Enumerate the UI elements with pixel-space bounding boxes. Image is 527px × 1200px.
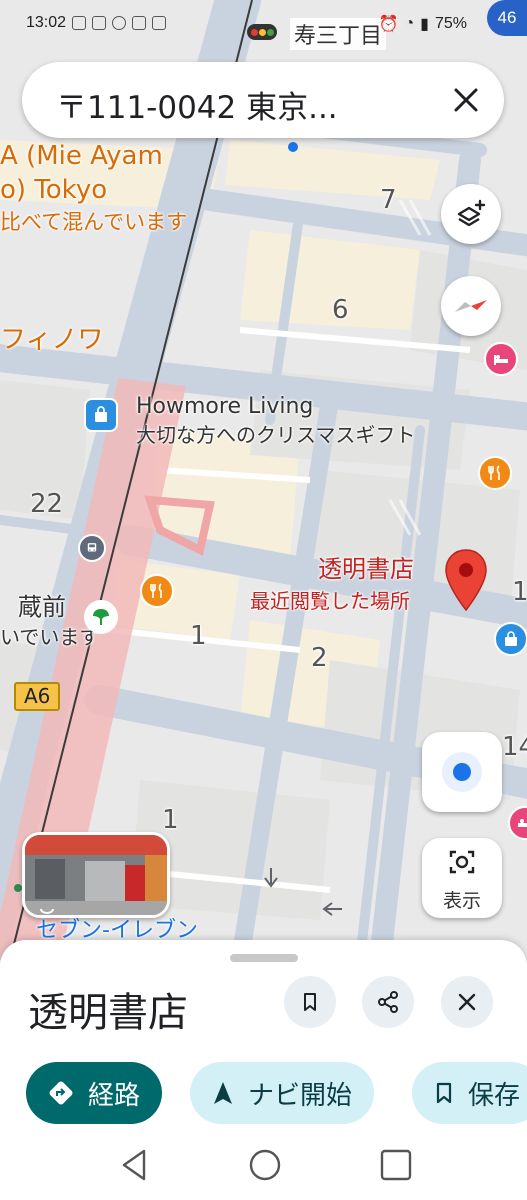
close-icon	[458, 993, 476, 1011]
directions-label: 経路	[88, 1080, 141, 1111]
poi-howmore-name[interactable]: Howmore Living	[136, 394, 313, 419]
hotel-icon[interactable]	[484, 342, 518, 376]
search-query[interactable]: 〒111-0042 東京...	[56, 82, 338, 127]
shopping-bag-icon[interactable]	[494, 622, 527, 656]
share-icon	[378, 991, 398, 1013]
restaurant-icon[interactable]	[140, 574, 174, 608]
system-navigation-bar	[0, 1135, 527, 1200]
bus-stop-icon[interactable]	[78, 534, 106, 562]
block-number: 14	[502, 732, 527, 762]
bookmark-icon	[304, 993, 316, 1011]
my-location-button[interactable]	[422, 732, 502, 812]
status-bar: 13:02 寿三丁目 ⏰ ◔ ▮ 75% 46	[0, 0, 527, 50]
wifi-icon: ◔	[404, 15, 415, 32]
lens-button[interactable]: 表示	[422, 838, 502, 918]
map-view[interactable]: 7 6 22 1 2 1 14 1 A (Mie Ayam o) Tokyo 比…	[0, 0, 527, 960]
drag-handle[interactable]	[230, 954, 298, 962]
poi-mie-ayam-label[interactable]: o) Tokyo	[0, 175, 107, 206]
bookmark-icon	[436, 1082, 452, 1104]
block-number: 2	[311, 643, 328, 673]
poi-mie-ayam-label[interactable]: A (Mie Ayam	[0, 141, 163, 172]
notification-icon	[72, 16, 86, 30]
directions-icon	[49, 1081, 73, 1105]
subway-icon[interactable]	[84, 600, 118, 634]
selected-place-sub: 最近閲覧した場所	[250, 589, 410, 613]
shopping-bag-icon[interactable]	[84, 398, 118, 432]
recents-icon[interactable]	[378, 1145, 414, 1185]
signal-icon: ▮	[420, 16, 429, 33]
notification-icon	[112, 16, 126, 30]
direction-arrow-icon	[264, 868, 278, 888]
back-icon[interactable]	[118, 1145, 152, 1185]
place-title: 透明書店	[28, 990, 188, 1036]
restaurant-icon[interactable]	[478, 456, 512, 490]
road-sign: A6	[14, 682, 61, 711]
notification-icon	[92, 16, 106, 30]
block-number: 22	[30, 489, 64, 519]
compass-button[interactable]	[441, 276, 501, 336]
start-navigation-label: ナビ開始	[248, 1080, 353, 1111]
notification-icons	[72, 16, 166, 30]
save-button[interactable]	[284, 976, 336, 1028]
poi-fino-label[interactable]: フィノワ	[0, 325, 103, 356]
street-view-thumbnail[interactable]	[22, 832, 170, 918]
poi-howmore-sub: 大切な方へのクリスマスギフト	[136, 423, 416, 447]
notification-icon	[132, 16, 146, 30]
street-view-image	[25, 835, 167, 915]
map-town-label: 寿三丁目	[290, 18, 387, 50]
direction-arrow-icon	[322, 902, 342, 916]
poi-busy-label: 比べて混んでいます	[0, 210, 188, 234]
place-sheet[interactable]: 透明書店 経路 ナビ開始 保存	[0, 940, 527, 1135]
alarm-icon: ⏰	[378, 16, 399, 33]
navigation-arrow-icon	[214, 1082, 232, 1104]
camera-lens-icon	[449, 850, 475, 874]
block-number: 1	[190, 621, 207, 651]
block-number: 7	[380, 185, 397, 215]
block-number: 1	[512, 577, 527, 607]
network-badge: 46	[487, 0, 527, 36]
status-right: ⏰ ◔ ▮ 75%	[379, 14, 467, 34]
compass-icon	[455, 300, 487, 312]
map-pin-icon[interactable]	[443, 548, 489, 614]
home-icon[interactable]	[247, 1145, 283, 1185]
notification-icon	[152, 16, 166, 30]
battery-level: 75%	[434, 15, 467, 32]
lens-button-label: 表示	[442, 890, 481, 912]
layers-button[interactable]	[441, 184, 501, 244]
traffic-light-icon	[247, 24, 277, 40]
layers-icon	[457, 199, 486, 227]
share-button[interactable]	[362, 976, 414, 1028]
block-number: 6	[332, 295, 349, 325]
search-bar[interactable]: 〒111-0042 東京...	[22, 62, 504, 138]
start-navigation-button[interactable]: ナビ開始	[190, 1062, 375, 1124]
station-sub: いでいます	[0, 625, 100, 649]
block-number: 1	[162, 805, 179, 835]
close-sheet-button[interactable]	[441, 976, 493, 1028]
selected-place-label[interactable]: 透明書店	[318, 555, 414, 584]
close-icon[interactable]	[450, 84, 482, 116]
status-time: 13:02	[26, 14, 67, 31]
save-chip-button[interactable]: 保存	[412, 1062, 527, 1124]
directions-button[interactable]: 経路	[26, 1062, 163, 1124]
station-name[interactable]: 蔵前	[18, 593, 66, 622]
location-dot-icon	[442, 752, 482, 792]
save-chip-label: 保存	[468, 1080, 521, 1111]
